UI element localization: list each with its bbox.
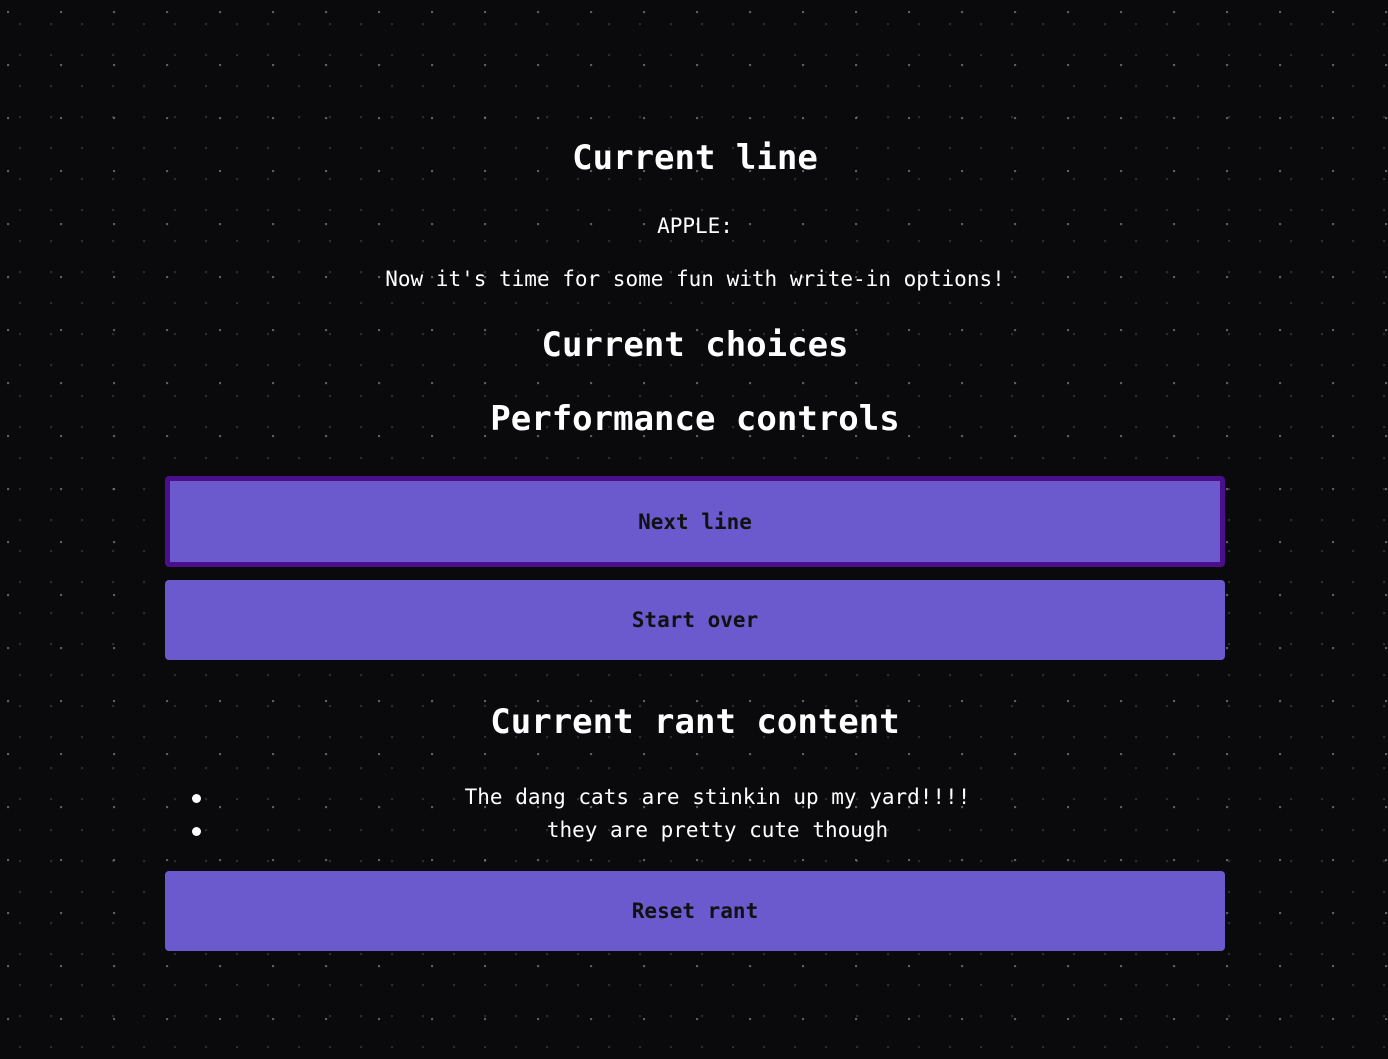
rant-item-text: The dang cats are stinkin up my yard!!!! [464, 785, 971, 809]
bullet-icon [192, 794, 201, 803]
rant-item: The dang cats are stinkin up my yard!!!! [165, 781, 1225, 814]
current-line-text: Now it's time for some fun with write-in… [385, 267, 1005, 291]
speaker-name: APPLE: [657, 214, 733, 238]
rant-item-text: they are pretty cute though [546, 818, 889, 842]
next-line-button[interactable]: Next line [165, 476, 1225, 567]
bullet-icon [192, 827, 201, 836]
rant-item: they are pretty cute though [165, 814, 1225, 847]
current-line-heading: Current line [572, 138, 818, 178]
current-choices-heading: Current choices [541, 325, 849, 365]
reset-rant-button[interactable]: Reset rant [165, 871, 1225, 951]
performance-controls-heading: Performance controls [490, 399, 900, 439]
rant-content-heading: Current rant content [490, 702, 900, 742]
start-over-button[interactable]: Start over [165, 580, 1225, 660]
rant-list: The dang cats are stinkin up my yard!!!!… [165, 781, 1225, 847]
